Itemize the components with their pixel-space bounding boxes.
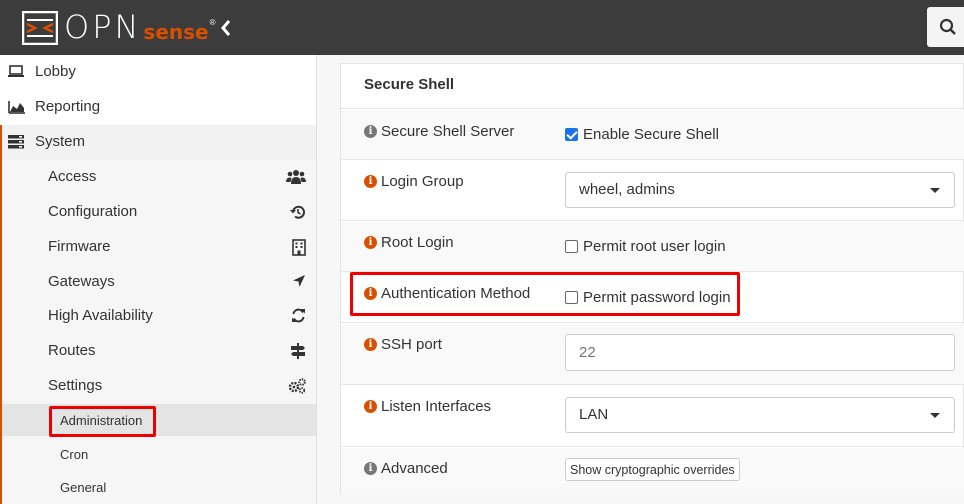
search-button[interactable] <box>927 7 964 47</box>
panel-title: Secure Shell <box>364 76 455 93</box>
enable-secure-shell-checkbox[interactable]: Enable Secure Shell <box>565 126 719 143</box>
info-icon[interactable]: i <box>364 236 377 249</box>
field-label-text: Login Group <box>381 173 464 190</box>
history-icon <box>290 205 305 219</box>
info-icon[interactable]: i <box>364 338 377 351</box>
collapse-sidebar-button[interactable] <box>218 17 236 39</box>
caret-down-icon <box>930 188 940 193</box>
checkbox-label: Permit root user login <box>583 238 726 255</box>
administration-highlight-box <box>49 406 156 437</box>
checkbox-label: Enable Secure Shell <box>583 126 719 143</box>
sidebar-item-cron[interactable]: Cron <box>2 438 316 470</box>
sidebar-item-firmware[interactable]: Firmware <box>2 230 316 264</box>
field-label: i Listen Interfaces <box>364 398 491 415</box>
field-label-text: Secure Shell Server <box>381 123 515 140</box>
info-icon[interactable]: i <box>364 125 377 138</box>
logo-text-accent: sense <box>143 19 209 44</box>
sidebar-item-configuration[interactable]: Configuration <box>2 195 316 229</box>
opnsense-logo[interactable]: OPN sense ® <box>22 10 216 45</box>
ssh-port-input[interactable] <box>565 334 955 371</box>
panel-header: Secure Shell <box>341 64 964 109</box>
refresh-icon <box>292 308 305 323</box>
sidebar-item-label: Access <box>48 168 97 185</box>
field-label: i Secure Shell Server <box>364 123 514 140</box>
sidebar-item-system[interactable]: System <box>0 125 316 160</box>
select-value: LAN <box>579 406 609 423</box>
building-icon <box>292 239 306 256</box>
checkbox-icon[interactable] <box>565 128 578 141</box>
cogs-icon <box>288 378 306 394</box>
sidebar-item-label: System <box>35 133 86 150</box>
sidebar-item-lobby[interactable]: Lobby <box>0 55 316 90</box>
sidebar-item-settings[interactable]: Settings <box>2 369 316 403</box>
authentication-method-highlight-box <box>350 272 740 316</box>
sidebar-item-label: Lobby <box>35 63 76 80</box>
map-signs-icon <box>291 343 305 359</box>
row-login-group: i Login Group wheel, admins <box>341 161 964 221</box>
logo-text-main: OPN <box>64 8 142 46</box>
chevron-left-icon <box>221 20 231 36</box>
sidebar-item-label: Reporting <box>35 98 101 115</box>
sidebar-item-label: General <box>60 480 107 495</box>
sidebar-item-gateways[interactable]: Gateways <box>2 265 316 299</box>
sidebar-item-general[interactable]: General <box>2 471 316 503</box>
opnsense-logo-icon <box>22 10 58 45</box>
field-label-text: Listen Interfaces <box>381 398 492 415</box>
field-label-text: Root Login <box>381 234 454 251</box>
caret-down-icon <box>930 413 940 418</box>
location-arrow-icon <box>293 275 305 287</box>
sidebar-item-label: Cron <box>60 447 89 462</box>
sidebar-item-label: Firmware <box>48 238 111 255</box>
row-secure-shell-server: i Secure Shell Server Enable Secure Shel… <box>341 110 964 160</box>
sidebar-item-label: Routes <box>48 342 96 359</box>
sidebar-item-label: Settings <box>48 377 103 394</box>
laptop-icon <box>8 65 24 77</box>
permit-root-login-checkbox[interactable]: Permit root user login <box>565 238 726 255</box>
sidebar-item-reporting[interactable]: Reporting <box>0 90 316 125</box>
listen-interfaces-select[interactable]: LAN <box>565 397 955 433</box>
field-label: i Root Login <box>364 234 454 251</box>
info-icon[interactable]: i <box>364 400 377 413</box>
select-value: wheel, admins <box>579 181 675 198</box>
show-cryptographic-overrides-button[interactable]: Show cryptographic overrides <box>565 458 740 481</box>
sidebar-item-access[interactable]: Access <box>2 160 316 194</box>
server-icon <box>8 135 24 149</box>
logo-registered-mark: ® <box>209 18 216 27</box>
row-listen-interfaces: i Listen Interfaces LAN <box>341 386 964 447</box>
sidebar-item-label: High Availability <box>48 307 153 324</box>
users-icon <box>286 170 306 184</box>
row-ssh-port: i SSH port <box>341 324 964 385</box>
field-label-text: SSH port <box>381 336 442 353</box>
field-label: i Advanced <box>364 460 448 477</box>
sidebar-item-label: Configuration <box>48 203 138 220</box>
top-navbar: OPN sense ® <box>0 0 964 55</box>
sidebar-item-high-availability[interactable]: High Availability <box>2 299 316 333</box>
sidebar-item-label: Gateways <box>48 273 115 290</box>
row-advanced: i Advanced Show cryptographic overrides <box>341 448 964 494</box>
field-label-text: Advanced <box>381 460 448 477</box>
area-chart-icon <box>8 101 25 114</box>
login-group-select[interactable]: wheel, admins <box>565 172 955 208</box>
sidebar-item-routes[interactable]: Routes <box>2 334 316 368</box>
info-icon[interactable]: i <box>364 175 377 188</box>
checkbox-icon[interactable] <box>565 240 578 253</box>
field-label: i SSH port <box>364 336 442 353</box>
info-icon[interactable]: i <box>364 462 377 475</box>
system-submenu: Access Configuration Firmware Gateways H… <box>0 160 316 504</box>
search-icon <box>939 18 956 35</box>
sidebar: Lobby Reporting System Access Configurat… <box>0 55 317 504</box>
row-root-login: i Root Login Permit root user login <box>341 222 964 272</box>
field-label: i Login Group <box>364 173 464 190</box>
